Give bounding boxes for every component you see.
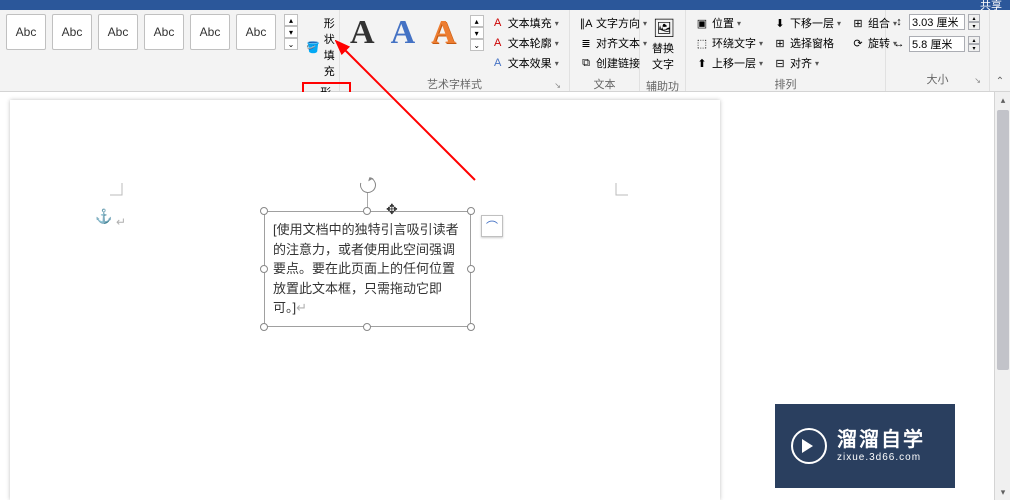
alt-text-button[interactable]: 🖼 替换文字	[646, 14, 682, 74]
selection-pane-icon: ⊞	[773, 36, 787, 50]
wordart-preset[interactable]: A	[427, 14, 460, 52]
wrap-icon: ⬚	[695, 36, 709, 50]
shape-style-item[interactable]: Abc	[98, 14, 138, 50]
resize-handle[interactable]	[260, 207, 268, 215]
paragraph-mark-icon: ↵	[116, 215, 126, 229]
paragraph-mark-icon: ↵	[296, 300, 307, 315]
text-fill-icon: A	[491, 16, 505, 30]
scroll-up-icon[interactable]: ▴	[995, 92, 1010, 108]
shape-style-gallery[interactable]: Abc Abc Abc Abc Abc Abc ▴▾⌄	[6, 14, 298, 50]
text-fill-button[interactable]: A文本填充▾	[488, 14, 562, 32]
wrap-text-button[interactable]: ⬚环绕文字▾	[692, 34, 766, 52]
play-icon	[791, 428, 827, 464]
height-spinner[interactable]: ▴▾	[968, 14, 980, 30]
margin-corner-icon	[108, 181, 126, 199]
wordart-gallery[interactable]: A A A ▴▾⌄	[346, 14, 484, 52]
gallery-scroll[interactable]: ▴▾⌄	[284, 14, 298, 50]
align-icon: ⊟	[773, 56, 787, 70]
alt-text-icon: 🖼	[652, 16, 676, 40]
resize-handle[interactable]	[467, 207, 475, 215]
layout-options-button[interactable]: ⌒	[481, 215, 503, 237]
anchor-icon: ⚓	[95, 208, 112, 225]
collapse-ribbon-icon[interactable]: ⌃	[996, 76, 1004, 87]
move-cursor-icon: ✥	[386, 201, 398, 218]
align-text-button[interactable]: ≣对齐文本▾	[576, 34, 650, 52]
scroll-down-icon[interactable]: ▾	[995, 484, 1010, 500]
width-input[interactable]	[909, 36, 965, 52]
scrollbar-thumb[interactable]	[997, 110, 1009, 370]
bring-forward-icon: ⬆	[695, 56, 709, 70]
shape-style-item[interactable]: Abc	[6, 14, 46, 50]
resize-handle[interactable]	[363, 323, 371, 331]
resize-handle[interactable]	[467, 265, 475, 273]
resize-handle[interactable]	[363, 207, 371, 215]
group-label-wordart: 艺术字样式 ↘	[346, 72, 563, 92]
link-icon: ⧉	[579, 56, 593, 70]
width-icon: ↔	[892, 37, 906, 51]
height-input[interactable]	[909, 14, 965, 30]
send-backward-button[interactable]: ⬇下移一层▾	[770, 14, 844, 32]
dialog-launcher-icon[interactable]: ↘	[554, 81, 561, 90]
group-icon: ⊞	[851, 16, 865, 30]
position-icon: ▣	[695, 16, 709, 30]
watermark-url: zixue.3d66.com	[837, 452, 925, 464]
resize-handle[interactable]	[260, 265, 268, 273]
text-direction-icon: ∥A	[579, 16, 593, 30]
text-effects-icon: A	[491, 56, 505, 70]
text-outline-button[interactable]: A文本轮廓▾	[488, 34, 562, 52]
rotate-handle-icon[interactable]	[357, 174, 379, 196]
height-field[interactable]: ↕ ▴▾	[892, 14, 980, 30]
ribbon: Abc Abc Abc Abc Abc Abc ▴▾⌄ 🪣 形状填充 ▾ ✎ 形	[0, 10, 1010, 92]
shape-style-item[interactable]: Abc	[144, 14, 184, 50]
width-field[interactable]: ↔ ▴▾	[892, 36, 980, 52]
group-label-arrange: 排列	[692, 72, 879, 92]
document-area: ⚓ ↵ [使用文档中的独特引言吸引读者的注意力，或者使用此空间强调要点。要在此页…	[0, 92, 1010, 500]
selection-pane-button[interactable]: ⊞选择窗格	[770, 34, 844, 52]
group-label-size: 大小 ↘	[892, 67, 983, 87]
text-direction-button[interactable]: ∥A文字方向▾	[576, 14, 650, 32]
wordart-preset[interactable]: A	[346, 14, 379, 52]
paint-bucket-icon: 🪣	[306, 40, 320, 54]
gallery-scroll[interactable]: ▴▾⌄	[470, 15, 484, 51]
shape-style-item[interactable]: Abc	[190, 14, 230, 50]
layout-options-icon: ⌒	[486, 218, 498, 235]
width-spinner[interactable]: ▴▾	[968, 36, 980, 52]
bring-forward-button[interactable]: ⬆上移一层▾	[692, 54, 766, 72]
position-button[interactable]: ▣位置▾	[692, 14, 766, 32]
text-effects-button[interactable]: A文本效果▾	[488, 54, 562, 72]
page[interactable]: ⚓ ↵ [使用文档中的独特引言吸引读者的注意力，或者使用此空间强调要点。要在此页…	[10, 100, 720, 500]
watermark: 溜溜自学 zixue.3d66.com	[775, 404, 955, 488]
group-label-text: 文本	[576, 72, 633, 92]
watermark-title: 溜溜自学	[837, 428, 925, 452]
margin-corner-icon	[614, 181, 632, 199]
shape-fill-label: 形状填充	[324, 15, 337, 79]
wordart-preset[interactable]: A	[387, 14, 420, 52]
align-text-icon: ≣	[579, 36, 593, 50]
resize-handle[interactable]	[467, 323, 475, 331]
align-button[interactable]: ⊟对齐▾	[770, 54, 844, 72]
shape-style-item[interactable]: Abc	[236, 14, 276, 50]
create-link-button[interactable]: ⧉创建链接	[576, 54, 650, 72]
vertical-scrollbar[interactable]: ▴ ▾	[994, 92, 1010, 500]
title-bar: 共享	[0, 0, 1010, 10]
dialog-launcher-icon[interactable]: ↘	[974, 76, 981, 85]
text-outline-icon: A	[491, 36, 505, 50]
send-backward-icon: ⬇	[773, 16, 787, 30]
resize-handle[interactable]	[260, 323, 268, 331]
shape-style-item[interactable]: Abc	[52, 14, 92, 50]
text-box[interactable]: [使用文档中的独特引言吸引读者的注意力，或者使用此空间强调要点。要在此页面上的任…	[264, 211, 471, 327]
rotate-icon: ⟳	[851, 36, 865, 50]
height-icon: ↕	[892, 15, 906, 29]
